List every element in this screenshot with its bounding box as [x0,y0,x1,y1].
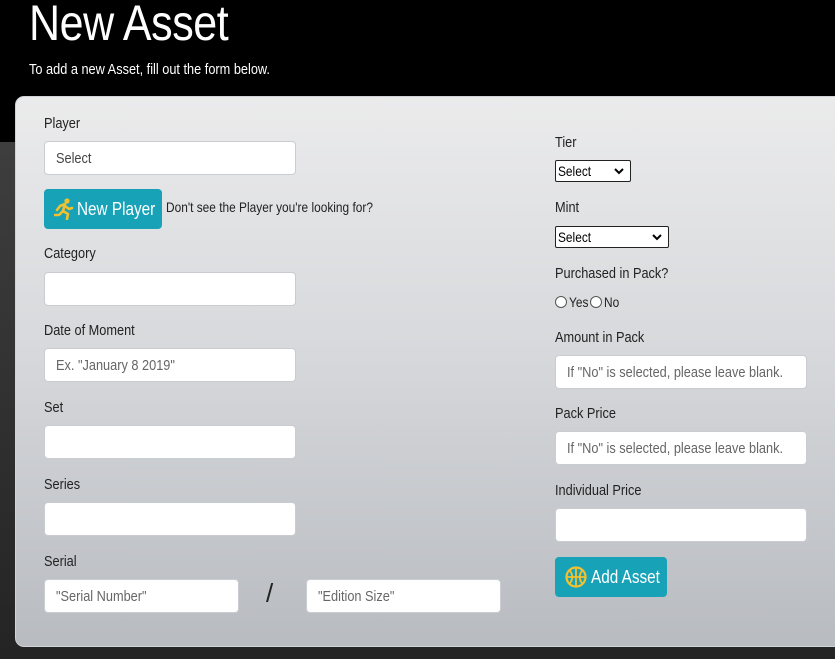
pack-no-label: No [603,294,620,310]
set-label: Set [44,399,64,416]
new-player-button[interactable]: New Player [44,189,162,229]
new-player-hint: Don't see the Player you're looking for? [166,199,373,215]
purchased-in-pack-label: Purchased in Pack? [555,265,669,282]
category-label: Category [44,245,96,262]
date-of-moment-label: Date of Moment [44,322,135,339]
page-subtitle: To add a new Asset, fill out the form be… [29,61,270,78]
basketball-icon [565,566,587,588]
pack-yes-label: Yes [569,294,589,310]
serial-separator: / [266,578,274,608]
amount-in-pack-input[interactable]: If "No" is selected, please leave blank. [555,355,807,389]
mint-label: Mint [555,199,580,216]
date-of-moment-input[interactable]: Ex. "January 8 2019" [44,348,296,382]
individual-price-label: Individual Price [555,482,642,499]
pack-price-input[interactable]: If "No" is selected, please leave blank. [555,431,807,465]
serial-label: Serial [44,553,77,570]
add-asset-button[interactable]: Add Asset [555,557,667,597]
individual-price-input[interactable] [555,508,807,542]
series-label: Series [44,476,81,493]
amount-in-pack-label: Amount in Pack [555,329,645,346]
serial-number-input[interactable]: "Serial Number" [44,579,239,613]
tier-select[interactable]: Select [555,160,631,182]
player-select[interactable]: Select [44,141,296,175]
chevron-down-icon [652,234,662,241]
page-title: New Asset [29,0,229,51]
player-label: Player [44,115,81,132]
pack-yes-radio[interactable] [555,296,567,308]
category-input[interactable] [44,272,296,306]
mint-select[interactable]: Select [555,226,669,248]
series-input[interactable] [44,502,296,536]
edition-size-input[interactable]: "Edition Size" [306,579,501,613]
chevron-down-icon [614,168,624,175]
running-person-icon [54,198,74,220]
set-input[interactable] [44,425,296,459]
purchased-in-pack-options: Yes No [555,294,622,310]
tier-label: Tier [555,134,577,151]
pack-price-label: Pack Price [555,405,616,422]
pack-no-radio[interactable] [589,296,602,308]
